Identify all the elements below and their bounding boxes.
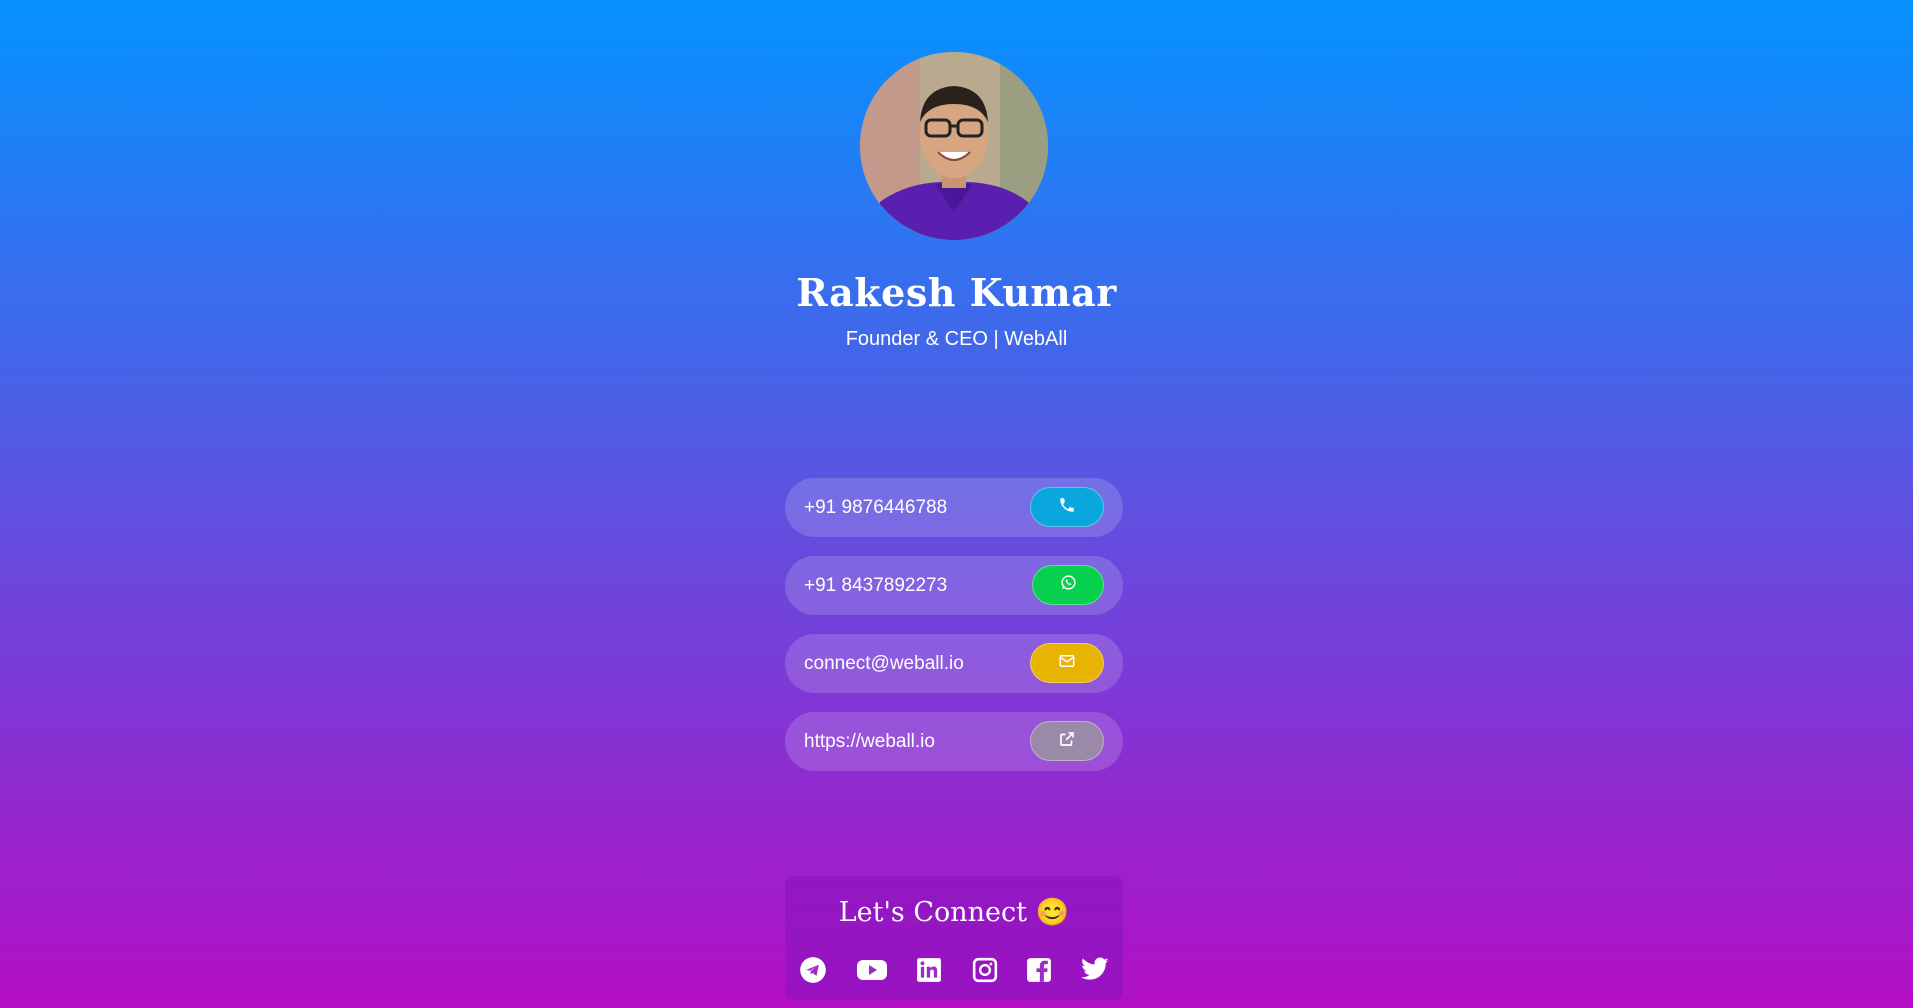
profile-avatar	[860, 52, 1048, 240]
open-website-button[interactable]	[1030, 721, 1104, 761]
youtube-icon[interactable]	[855, 954, 889, 986]
mail-icon	[1058, 652, 1076, 675]
profile-title: Founder & CEO | WebAll	[845, 328, 1068, 350]
smile-emoji-icon: 😊	[1035, 897, 1070, 928]
email-button[interactable]	[1030, 643, 1104, 683]
profile-card-page: Rakesh Kumar Founder & CEO | WebAll +91 …	[0, 0, 1913, 1008]
twitter-icon[interactable]	[1079, 954, 1111, 986]
call-button[interactable]	[1030, 487, 1104, 527]
whatsapp-number: +91 8437892273	[804, 575, 948, 596]
external-link-icon	[1058, 730, 1076, 753]
lets-connect-heading: Let's Connect 😊	[785, 896, 1123, 928]
contact-row-website: https://weball.io	[785, 712, 1123, 771]
lets-connect-panel: Let's Connect 😊	[785, 876, 1123, 1000]
whatsapp-icon	[1060, 574, 1077, 596]
social-links	[785, 954, 1123, 994]
instagram-icon[interactable]	[969, 954, 1001, 986]
linkedin-icon[interactable]	[913, 954, 945, 986]
facebook-icon[interactable]	[1023, 954, 1055, 986]
phone-icon	[1058, 496, 1076, 519]
contact-row-email: connect@weball.io	[785, 634, 1123, 693]
telegram-icon[interactable]	[797, 954, 829, 986]
contact-row-phone: +91 9876446788	[785, 478, 1123, 537]
email-address: connect@weball.io	[804, 653, 964, 674]
lets-connect-text: Let's Connect	[838, 897, 1028, 928]
website-url: https://weball.io	[804, 731, 935, 752]
whatsapp-button[interactable]	[1032, 565, 1104, 605]
profile-name: Rakesh Kumar	[796, 270, 1117, 315]
phone-number: +91 9876446788	[804, 497, 948, 518]
contact-row-whatsapp: +91 8437892273	[785, 556, 1123, 615]
